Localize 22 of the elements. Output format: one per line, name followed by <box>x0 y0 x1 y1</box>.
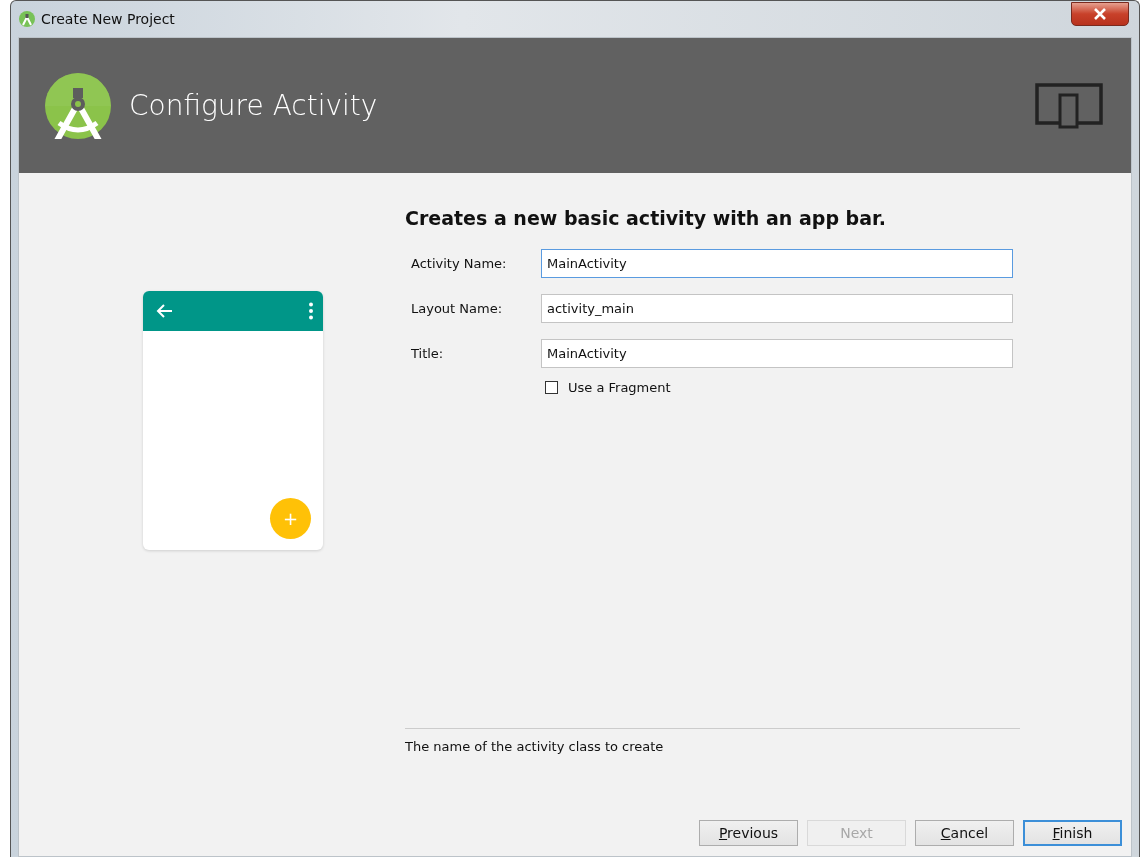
previous-button[interactable]: Previous <box>699 820 798 846</box>
app-logo-icon <box>19 11 35 27</box>
help-text: The name of the activity class to create <box>405 739 665 754</box>
window-title: Create New Project <box>41 11 176 27</box>
devices-icon <box>1035 82 1103 129</box>
close-icon <box>1093 8 1107 20</box>
finish-button[interactable]: Finish <box>1023 820 1122 846</box>
activity-description: Creates a new basic activity with an app bar. <box>405 207 887 229</box>
back-arrow-icon <box>155 303 173 319</box>
field-label: Title: <box>410 346 445 361</box>
close-button[interactable] <box>1071 2 1129 26</box>
checkbox-label: Use a Fragment <box>568 380 671 395</box>
field-label: Layout Name: <box>410 301 504 316</box>
header-title: Configure Activity <box>129 89 379 122</box>
checkbox[interactable] <box>545 381 558 394</box>
cancel-button[interactable]: Cancel <box>915 820 1014 846</box>
field-label: Activity Name: <box>410 256 508 271</box>
text-field[interactable]: MainActivity <box>541 339 1013 368</box>
more-options-icon <box>309 302 313 320</box>
text-field[interactable]: MainActivity <box>541 249 1013 278</box>
text-field[interactable]: activity_main <box>541 294 1013 323</box>
android-studio-logo-icon <box>45 72 111 139</box>
